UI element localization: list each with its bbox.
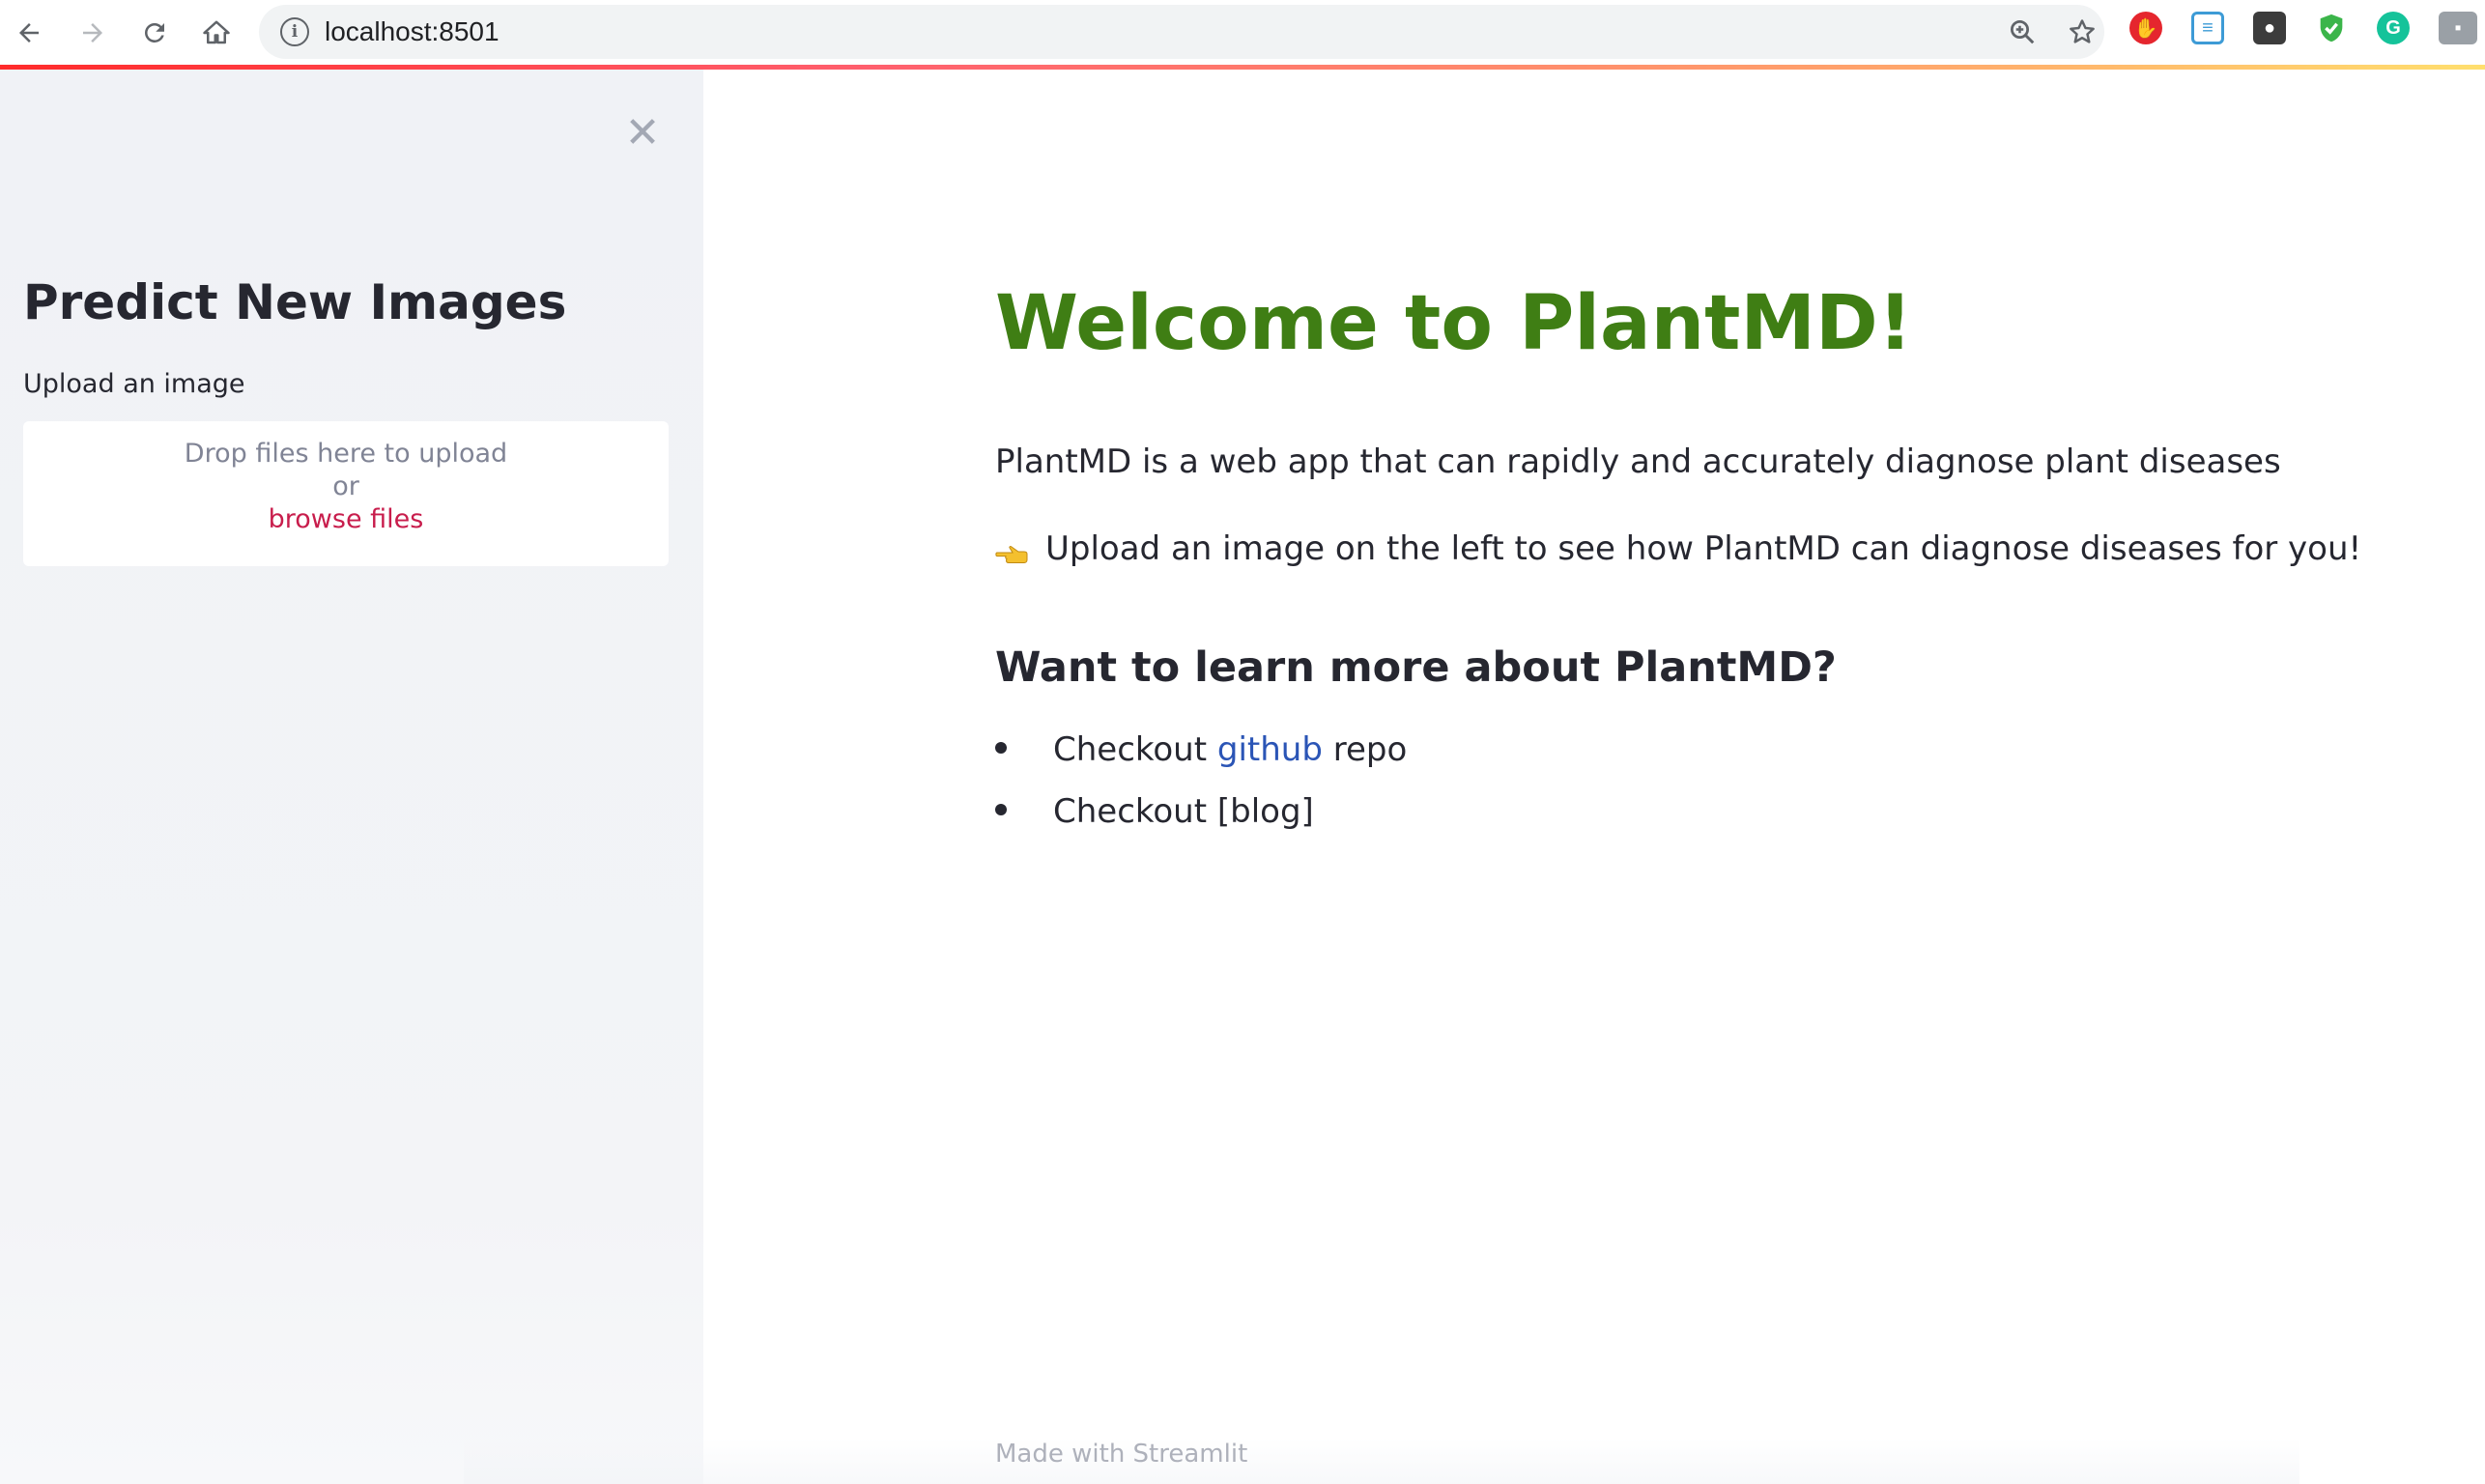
list-item: Checkout [blog]	[995, 792, 1314, 831]
star-icon[interactable]	[2066, 15, 2099, 48]
footer-shade	[464, 1438, 2299, 1484]
list-item-prefix: Checkout [blog]	[1053, 792, 1314, 831]
sidebar: ✕ Predict New Images Upload an image Dro…	[0, 70, 703, 1484]
upload-hint-text: Upload an image on the left to see how P…	[1045, 529, 2362, 568]
url-text[interactable]: localhost:8501	[325, 16, 500, 47]
list-item: Checkout github repo	[995, 730, 1407, 769]
forward-arrow-icon[interactable]	[73, 14, 112, 52]
bullet-icon	[995, 741, 1007, 754]
upload-hint: Upload an image on the left to see how P…	[995, 529, 2361, 568]
grammarly-extension-icon[interactable]: G	[2377, 12, 2410, 44]
home-icon[interactable]	[197, 14, 236, 52]
back-arrow-icon[interactable]	[10, 14, 48, 52]
close-sidebar-icon[interactable]: ✕	[618, 108, 667, 157]
made-with-streamlit-footer[interactable]: Made with Streamlit	[995, 1440, 1247, 1469]
chat-extension-icon[interactable]: ▪	[2439, 12, 2477, 44]
file-dropzone[interactable]: Drop files here to upload or browse file…	[23, 421, 669, 566]
page-title: Welcome to PlantMD!	[995, 280, 1913, 367]
dropzone-or: or	[332, 471, 359, 501]
browse-files-link[interactable]: browse files	[23, 504, 669, 534]
shield-extension-icon[interactable]	[2315, 12, 2348, 44]
lightbulb-extension-icon[interactable]: ●	[2253, 12, 2286, 44]
browser-toolbar: i localhost:8501 ✋ ≡ ● G ▪	[0, 0, 2485, 66]
sidebar-title: Predict New Images	[23, 274, 567, 330]
bullet-icon	[995, 803, 1007, 815]
learn-more-heading: Want to learn more about PlantMD?	[995, 643, 1837, 692]
info-icon[interactable]: i	[280, 17, 309, 46]
reload-icon[interactable]	[135, 14, 174, 52]
pointing-hand-icon	[995, 537, 1028, 563]
address-bar[interactable]: i localhost:8501	[259, 5, 2104, 59]
list-item-suffix: repo	[1322, 730, 1408, 769]
upload-label: Upload an image	[23, 369, 245, 399]
app-description: PlantMD is a web app that can rapidly an…	[995, 442, 2281, 481]
list-item-prefix: Checkout	[1053, 730, 1217, 769]
dropzone-instruction: Drop files here to upload	[184, 439, 508, 469]
adblock-extension-icon[interactable]: ✋	[2129, 12, 2162, 44]
github-link[interactable]: github	[1217, 730, 1323, 769]
reader-extension-icon[interactable]: ≡	[2191, 12, 2224, 44]
zoom-icon[interactable]	[2006, 15, 2039, 48]
